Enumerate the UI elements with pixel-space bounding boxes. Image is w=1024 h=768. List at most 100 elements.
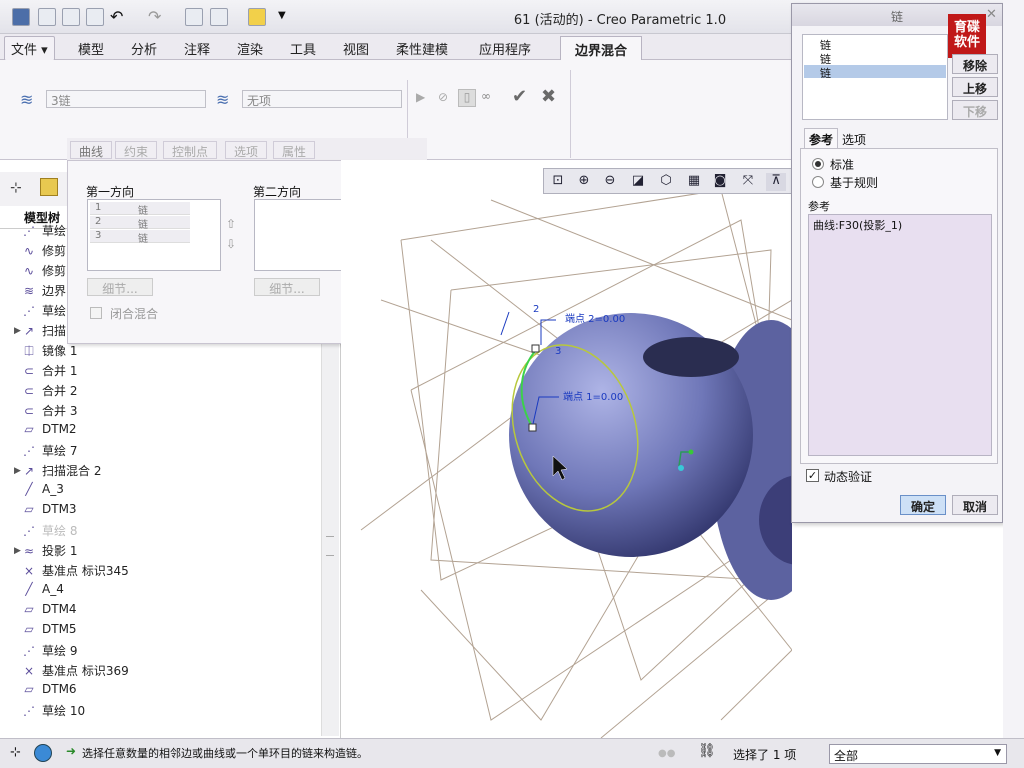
move-down-button[interactable]: 下移: [952, 100, 998, 120]
cancel-icon[interactable]: ✖: [541, 86, 556, 107]
dynamic-verify-checkbox[interactable]: ✓: [806, 469, 819, 482]
details-button-2[interactable]: 细节...: [254, 278, 320, 296]
tree-item[interactable]: × 基准点 标识345: [20, 562, 129, 582]
graphics-viewport[interactable]: 端点 2=0.00 端点 1=0.00 2 3: [341, 160, 792, 738]
list-item[interactable]: 链: [804, 51, 946, 66]
reference-list[interactable]: 曲线:F30(投影_1): [808, 214, 992, 456]
model-tree-icon[interactable]: ⊹: [10, 180, 22, 196]
close-window-icon[interactable]: [248, 8, 266, 26]
window-icon[interactable]: [210, 8, 228, 26]
tree-item[interactable]: ▱ DTM3: [20, 502, 76, 522]
open-file-icon[interactable]: [62, 8, 80, 26]
tree-item[interactable]: ⋰ 草绘 10: [20, 702, 85, 722]
radio-standard[interactable]: [812, 158, 824, 170]
tree-item[interactable]: ⎅ 镜像 1: [20, 342, 77, 362]
play-icon[interactable]: ▶: [416, 90, 425, 104]
list-item[interactable]: 2链: [90, 216, 190, 231]
new-file-icon[interactable]: [38, 8, 56, 26]
second-direction-field[interactable]: 无项: [242, 90, 402, 108]
menu-tools[interactable]: 工具: [290, 39, 316, 58]
scroll-thumb[interactable]: [326, 536, 334, 556]
camera-icon[interactable]: ◙: [710, 173, 730, 191]
zoom-in-icon[interactable]: ⊕: [574, 173, 594, 191]
annotation-display-icon[interactable]: ⊼: [766, 173, 786, 191]
tree-item[interactable]: ⋰ 草绘: [20, 222, 66, 242]
tree-item[interactable]: ∿ 修剪: [20, 242, 66, 262]
menu-file[interactable]: 文件 ▾: [4, 36, 55, 61]
repaint-icon[interactable]: ◪: [628, 173, 648, 191]
subtab-properties[interactable]: 属性: [273, 141, 316, 159]
tree-item[interactable]: ⋰ 草绘 8: [20, 522, 77, 542]
tree-item[interactable]: ⋰ 草绘 9: [20, 642, 77, 662]
tree-item[interactable]: × 基准点 标识369: [20, 662, 129, 682]
closed-blend-checkbox[interactable]: [90, 307, 102, 319]
cancel-button[interactable]: 取消: [952, 495, 998, 515]
save-icon[interactable]: [86, 8, 104, 26]
menu-render[interactable]: 渲染: [237, 39, 263, 58]
glasses-icon[interactable]: ∞: [481, 89, 491, 103]
list-item[interactable]: 链: [804, 37, 946, 52]
tree-item[interactable]: ≈ 投影 1: [20, 542, 77, 562]
tree-item[interactable]: ⊂ 合并 1: [20, 362, 77, 382]
first-direction-field[interactable]: 3链: [46, 90, 206, 108]
list-item-selected[interactable]: 链: [804, 65, 946, 80]
undo-icon[interactable]: ↶: [110, 7, 123, 26]
tree-item[interactable]: ⊂ 合并 2: [20, 382, 77, 402]
regenerate-icon[interactable]: [185, 8, 203, 26]
tree-item[interactable]: ▱ DTM6: [20, 682, 76, 702]
menu-view[interactable]: 视图: [343, 39, 369, 58]
tab-reference[interactable]: 参考: [804, 128, 838, 148]
saved-orientations-icon[interactable]: ⬡: [656, 173, 676, 191]
first-direction-list[interactable]: 1链 2链 3链: [87, 199, 221, 271]
list-item[interactable]: 3链: [90, 230, 190, 245]
tree-item[interactable]: ↗ 扫描: [20, 322, 66, 342]
menu-applications[interactable]: 应用程序: [479, 39, 531, 58]
tab-boundary-blend[interactable]: 边界混合: [560, 36, 642, 61]
tree-item[interactable]: ▱ DTM4: [20, 602, 76, 622]
menu-analysis[interactable]: 分析: [131, 39, 157, 58]
redo-icon[interactable]: ↷: [148, 7, 161, 26]
menu-flexible-modeling[interactable]: 柔性建模: [396, 39, 448, 58]
customize-icon[interactable]: ▼: [278, 10, 286, 21]
tree-item[interactable]: ∿ 修剪: [20, 262, 66, 282]
tree-item[interactable]: ▱ DTM5: [20, 622, 76, 642]
ok-button[interactable]: 确定: [900, 495, 946, 515]
move-up-icon[interactable]: ⇧: [226, 217, 236, 231]
tree-item[interactable]: ▱ DTM2: [20, 422, 76, 442]
tree-item[interactable]: ╱ A_3: [20, 482, 63, 502]
subtab-control-points[interactable]: 控制点: [163, 141, 218, 159]
remove-button[interactable]: 移除: [952, 54, 998, 74]
menu-annotate[interactable]: 注释: [184, 39, 210, 58]
move-up-button[interactable]: 上移: [952, 77, 998, 97]
move-down-icon[interactable]: ⇩: [226, 237, 236, 251]
list-item[interactable]: 1链: [90, 202, 190, 217]
pause-icon[interactable]: ⊘: [438, 90, 448, 104]
details-button-1[interactable]: 细节...: [87, 278, 153, 296]
datum-display-icon[interactable]: ⤧: [738, 173, 758, 191]
zoom-out-icon[interactable]: ⊖: [600, 173, 620, 191]
tree-item[interactable]: ⋰ 草绘: [20, 302, 66, 322]
dialog-close-icon[interactable]: ✕: [986, 7, 997, 22]
folder-icon[interactable]: [40, 178, 58, 196]
subtab-options[interactable]: 选项: [225, 141, 268, 159]
tree-item[interactable]: ≋ 边界: [20, 282, 66, 302]
radio-rule-based[interactable]: [812, 176, 824, 188]
refit-icon[interactable]: ⊡: [548, 173, 568, 191]
tree-item[interactable]: ↗ 扫描混合 2: [20, 462, 101, 482]
chain-list[interactable]: 链 链 链: [802, 34, 948, 120]
check-icon[interactable]: ✔: [512, 86, 527, 107]
menu-model[interactable]: 模型: [78, 39, 104, 58]
filter-dropdown[interactable]: 全部 ▼: [829, 744, 1007, 764]
browser-icon[interactable]: [34, 744, 52, 762]
sweep-blend-icon: ↗: [23, 464, 35, 478]
tree-item[interactable]: ⋰ 草绘 7: [20, 442, 77, 462]
display-style-icon[interactable]: ▦: [684, 173, 704, 191]
preview-icon[interactable]: ▯: [458, 89, 476, 107]
subtab-curves[interactable]: 曲线: [70, 141, 113, 159]
selection-filter-icon[interactable]: ⛓: [698, 743, 716, 763]
tab-options[interactable]: 选项: [842, 131, 866, 148]
tree-item[interactable]: ⊂ 合并 3: [20, 402, 77, 422]
tree-item[interactable]: ╱ A_4: [20, 582, 63, 602]
navigator-icon[interactable]: ⊹: [10, 745, 21, 760]
subtab-constraints[interactable]: 约束: [115, 141, 158, 159]
